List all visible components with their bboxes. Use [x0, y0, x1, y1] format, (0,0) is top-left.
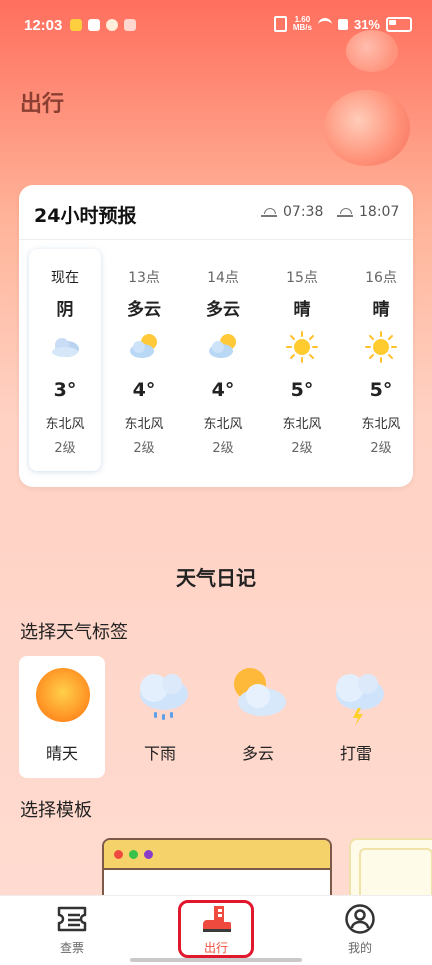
- hour-forecast-item[interactable]: 13点 多云 4° 东北风 2级: [108, 249, 180, 471]
- wind-direction: 东北风: [282, 417, 322, 432]
- sun-icon: [286, 331, 318, 363]
- wind-direction: 东北风: [203, 417, 243, 432]
- user-icon: [345, 904, 375, 934]
- diary-title: 天气日记: [176, 566, 256, 590]
- red-dot-icon: [114, 849, 123, 859]
- weather-tag-sunny[interactable]: 晴天: [19, 656, 105, 778]
- battery-icon: [386, 16, 412, 32]
- hour-label: 16点: [365, 270, 397, 286]
- wind-direction: 东北风: [124, 417, 164, 432]
- app-notification-icon: [88, 19, 100, 31]
- tag-label: 多云: [241, 744, 274, 763]
- status-time: 12:03: [24, 17, 63, 34]
- app-notification-icon: [70, 19, 82, 31]
- home-indicator[interactable]: [130, 958, 302, 962]
- tag-label: 打雷: [339, 744, 372, 763]
- green-dot-icon: [129, 849, 138, 859]
- vibrate-icon: [273, 16, 287, 32]
- nav-highlight-outline: [178, 900, 254, 958]
- hour-label: 现在: [51, 270, 79, 286]
- partly-cloudy-icon: [234, 668, 286, 716]
- condition-label: 晴: [372, 300, 390, 320]
- hour-forecast-item[interactable]: 现在 阴 3° 东北风 2级: [29, 249, 101, 471]
- nav-item-ticket[interactable]: 查票: [22, 896, 122, 962]
- temperature: 4°: [211, 379, 235, 401]
- condition-label: 晴: [293, 300, 311, 320]
- condition-label: 多云: [127, 300, 161, 320]
- sunrise-icon: [261, 206, 277, 218]
- hour-forecast-item[interactable]: 15点 晴 5° 东北风 2级: [266, 249, 338, 471]
- temperature: 5°: [369, 379, 393, 401]
- temperature: 5°: [290, 379, 314, 401]
- nav-item-profile[interactable]: 我的: [310, 896, 410, 962]
- page-title: 出行: [20, 92, 65, 117]
- sunrise: 07:38: [261, 204, 323, 220]
- app-notification-icon: [124, 19, 136, 31]
- weather-tag-rain[interactable]: 下雨: [117, 656, 203, 778]
- thunder-cloud-icon: [336, 674, 384, 726]
- sunset-time: 18:07: [359, 204, 400, 220]
- sunrise-time: 07:38: [283, 204, 324, 220]
- ticket-icon: [57, 906, 87, 932]
- wind-level: 2级: [133, 441, 155, 456]
- tag-label: 晴天: [45, 744, 78, 763]
- weather-tag-cloudy[interactable]: 多云: [215, 656, 301, 778]
- condition-label: 多云: [206, 300, 240, 320]
- forecast-card: 24小时预报 07:38 18:07 现在 阴 3° 东北风 2级 13点 多云…: [19, 185, 413, 487]
- select-template-label: 选择模板: [20, 800, 92, 821]
- lantern-decoration: [346, 30, 398, 72]
- temperature: 4°: [132, 379, 156, 401]
- sun-icon: [36, 668, 90, 722]
- weather-tag-thunder[interactable]: 打雷: [313, 656, 399, 778]
- partly-cloudy-icon: [209, 334, 236, 358]
- battery-percentage: 31%: [353, 16, 380, 32]
- lantern-decoration: [324, 90, 410, 166]
- rain-cloud-icon: [140, 674, 188, 720]
- hour-label: 13点: [128, 270, 160, 286]
- nav-label: 我的: [347, 941, 372, 955]
- divider: [19, 239, 413, 240]
- hour-forecast-item[interactable]: 14点 多云 4° 东北风 2级: [187, 249, 259, 471]
- hour-forecast-item[interactable]: 16点 晴 5° 东北风 2级: [345, 249, 417, 471]
- wind-direction: 东北风: [45, 417, 85, 432]
- wind-level: 2级: [212, 441, 234, 456]
- tag-label: 下雨: [143, 744, 176, 763]
- wind-level: 2级: [370, 441, 392, 456]
- wind-level: 2级: [291, 441, 313, 456]
- hour-label: 15点: [286, 270, 318, 286]
- temperature: 3°: [53, 379, 77, 401]
- sunset: 18:07: [337, 204, 399, 220]
- wifi-icon: [317, 17, 332, 31]
- wind-level: 2级: [54, 441, 76, 456]
- condition-label: 阴: [56, 300, 74, 320]
- sun-icon: [365, 331, 397, 363]
- purple-dot-icon: [144, 849, 153, 859]
- template-header-bar: [104, 840, 330, 870]
- network-speed: 1.60 MB/s: [292, 15, 312, 32]
- forecast-title: 24小时预报: [34, 205, 137, 227]
- wind-direction: 东北风: [361, 417, 401, 432]
- select-tag-label: 选择天气标签: [20, 622, 128, 643]
- partly-cloudy-icon: [130, 334, 157, 358]
- nav-label: 查票: [59, 941, 84, 955]
- overcast-cloud-icon: [52, 338, 79, 357]
- sunset-icon: [337, 206, 353, 218]
- app-notification-icon: [106, 19, 118, 31]
- hour-label: 14点: [207, 270, 239, 286]
- sim-icon: [337, 18, 348, 30]
